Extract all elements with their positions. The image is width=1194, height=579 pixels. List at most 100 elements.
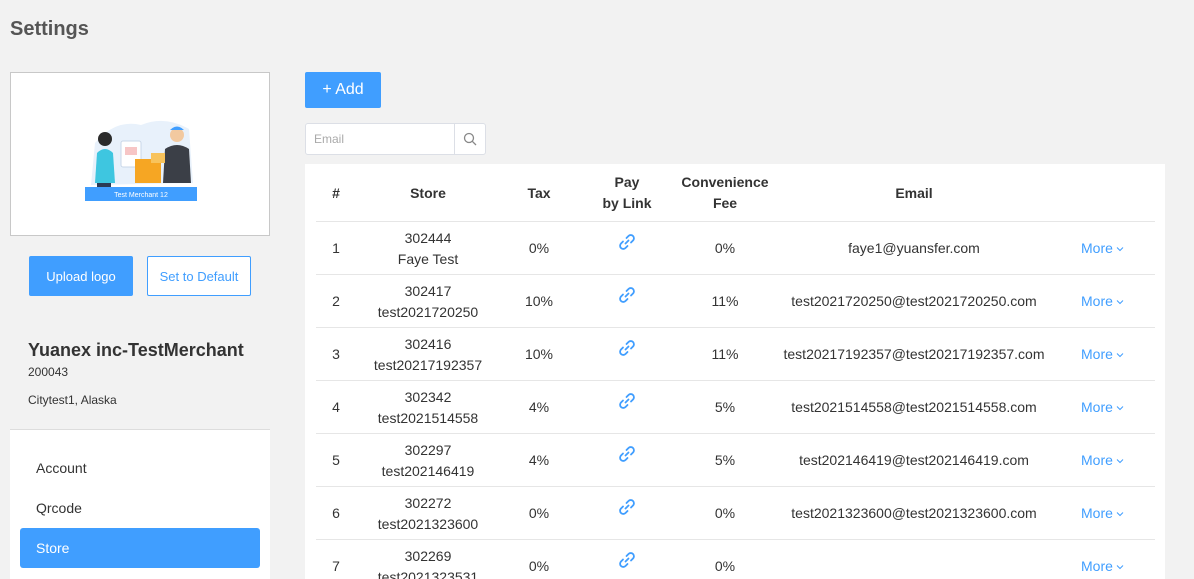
more-dropdown[interactable]: More	[1054, 275, 1155, 328]
link-icon[interactable]	[617, 338, 637, 364]
tax-cell: 4%	[528, 452, 550, 468]
sidebar-item-account[interactable]: Account	[20, 448, 260, 488]
merchant-id: 200043	[28, 365, 69, 379]
row-number: 2	[332, 293, 340, 309]
tax-cell: 10%	[524, 293, 554, 309]
tax-cell: 0%	[528, 505, 550, 521]
search-icon	[463, 132, 477, 146]
more-dropdown[interactable]: More	[1054, 434, 1155, 487]
more-label: More	[1081, 558, 1113, 574]
store-table: # Store Tax Pay by Link Convenience Fee …	[305, 164, 1165, 579]
more-dropdown[interactable]: More	[1054, 487, 1155, 540]
store-name: Faye Test	[397, 250, 459, 267]
merchant-logo-image: Test Merchant 12	[85, 120, 197, 201]
column-header-email: Email	[895, 184, 933, 201]
table-row: 7 302269 test2021323531 0% 0% More	[316, 540, 1155, 579]
set-default-button[interactable]: Set to Default	[147, 256, 251, 296]
tax-cell: 0%	[528, 558, 550, 574]
convenience-fee-cell: 0%	[714, 240, 736, 256]
column-header-store: Store	[410, 184, 446, 201]
sidebar-item-store[interactable]: Store	[20, 528, 260, 568]
more-label: More	[1081, 346, 1113, 362]
email-cell: test2021514558@test2021514558.com	[791, 399, 1037, 415]
store-cell: 302342 test2021514558	[356, 381, 500, 434]
email-cell: test202146419@test202146419.com	[799, 452, 1029, 468]
email-cell: test2021323600@test2021323600.com	[791, 505, 1037, 521]
convenience-fee-cell: 11%	[711, 346, 739, 362]
table-row: 6 302272 test2021323600 0% 0% test2021323600@…	[316, 487, 1155, 540]
upload-logo-button[interactable]: Upload logo	[29, 256, 133, 296]
column-header-number: #	[332, 184, 340, 201]
chevron-down-icon	[1116, 458, 1124, 464]
store-id: 302416	[404, 335, 452, 352]
logo-caption: Test Merchant 12	[114, 192, 168, 199]
add-store-button[interactable]: + Add	[305, 72, 381, 108]
merchant-panel: Upload logo Set to Default Yuanex inc-Te…	[10, 236, 270, 579]
more-dropdown[interactable]: More	[1054, 328, 1155, 381]
column-header-fee-line2: Fee	[712, 195, 738, 211]
more-label: More	[1081, 452, 1113, 468]
chevron-down-icon	[1116, 511, 1124, 517]
pay-by-link-cell	[578, 222, 676, 275]
store-cell: 302417 test2021720250	[356, 275, 500, 328]
convenience-fee-cell: 5%	[714, 399, 736, 415]
store-name: test2021720250	[377, 303, 479, 320]
chevron-down-icon	[1116, 405, 1124, 411]
link-icon[interactable]	[617, 285, 637, 311]
link-icon[interactable]	[617, 232, 637, 258]
pay-by-link-cell	[578, 275, 676, 328]
search-button[interactable]	[454, 124, 485, 154]
store-name: test2021514558	[377, 409, 479, 426]
link-icon[interactable]	[617, 497, 637, 523]
email-cell: faye1@yuansfer.com	[848, 240, 980, 256]
more-label: More	[1081, 240, 1113, 256]
more-label: More	[1081, 293, 1113, 309]
store-cell: 302416 test20217192357	[356, 328, 500, 381]
email-cell: test20217192357@test20217192357.com	[783, 346, 1045, 362]
more-dropdown[interactable]: More	[1054, 381, 1155, 434]
store-name: test20217192357	[373, 356, 483, 373]
more-label: More	[1081, 505, 1113, 521]
store-cell: 302444 Faye Test	[356, 222, 500, 275]
merchant-name: Yuanex inc-TestMerchant	[28, 340, 244, 360]
more-dropdown[interactable]: More	[1054, 540, 1155, 579]
store-name: test2021323600	[377, 515, 479, 532]
table-row: 3 302416 test20217192357 10% 11% test20217192…	[316, 328, 1155, 381]
store-cell: 302297 test202146419	[356, 434, 500, 487]
column-header-fee-line1: Convenience	[681, 174, 769, 190]
pay-by-link-cell	[578, 328, 676, 381]
pay-by-link-cell	[578, 540, 676, 579]
link-icon[interactable]	[617, 391, 637, 417]
row-number: 3	[332, 346, 340, 362]
link-icon[interactable]	[617, 444, 637, 470]
email-search	[305, 123, 486, 155]
row-number: 4	[332, 399, 340, 415]
logo-preview: Test Merchant 12	[10, 72, 270, 236]
sidebar-item-qrcode[interactable]: Qrcode	[20, 488, 260, 528]
pay-by-link-cell	[578, 381, 676, 434]
convenience-fee-cell: 11%	[711, 293, 739, 309]
row-number: 5	[332, 452, 340, 468]
column-header-pay-line1: Pay	[614, 174, 640, 190]
store-cell: 302272 test2021323600	[356, 487, 500, 540]
tax-cell: 10%	[524, 346, 554, 362]
email-search-input[interactable]	[306, 124, 454, 154]
convenience-fee-cell: 0%	[714, 505, 736, 521]
chevron-down-icon	[1116, 564, 1124, 570]
convenience-fee-cell: 5%	[714, 452, 736, 468]
store-id: 302444	[404, 229, 452, 246]
tax-cell: 0%	[528, 240, 550, 256]
convenience-fee-cell: 0%	[714, 558, 736, 574]
row-number: 7	[332, 558, 340, 574]
store-id: 302272	[404, 494, 452, 511]
table-row: 4 302342 test2021514558 4% 5% test2021514558@…	[316, 381, 1155, 434]
table-header: # Store Tax Pay by Link Convenience Fee …	[316, 164, 1155, 222]
store-id: 302269	[404, 547, 452, 564]
pay-by-link-cell	[578, 487, 676, 540]
page-title: Settings	[10, 18, 89, 40]
more-dropdown[interactable]: More	[1054, 222, 1155, 275]
table-row: 2 302417 test2021720250 10% 11% test202172025…	[316, 275, 1155, 328]
link-icon[interactable]	[617, 550, 637, 576]
more-label: More	[1081, 399, 1113, 415]
store-id: 302297	[404, 441, 452, 458]
